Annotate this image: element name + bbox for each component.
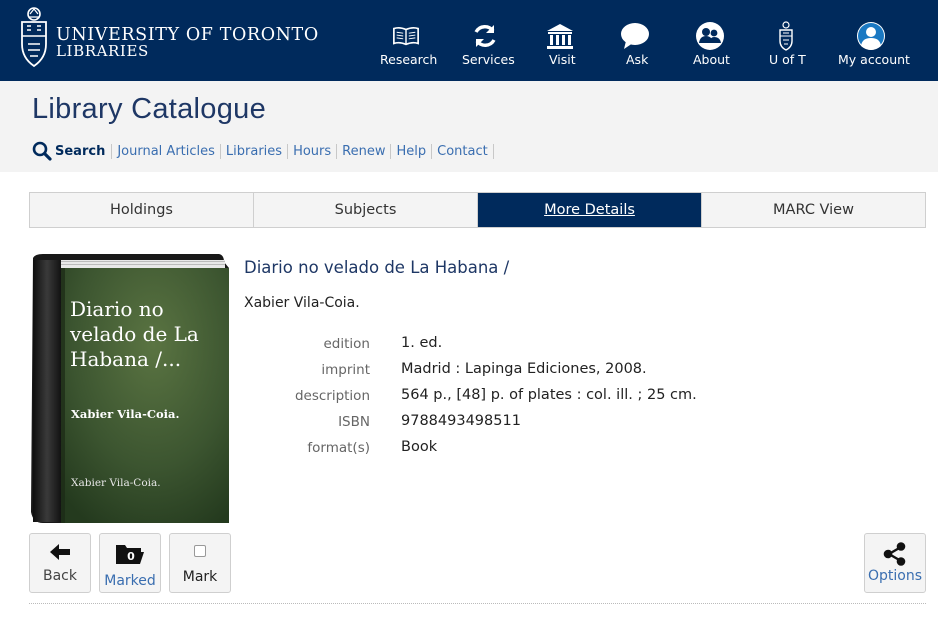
nav-uoft-label: U of T	[769, 52, 806, 67]
crest-icon	[21, 7, 47, 68]
detail-value: 1. ed.	[401, 335, 443, 351]
tab-holdings[interactable]: Holdings	[30, 193, 254, 227]
speech-bubble-icon	[620, 20, 650, 52]
catalogue-subnav: Search Journal Articles Libraries Hours …	[32, 141, 494, 161]
share-icon	[883, 542, 906, 566]
tab-more-details[interactable]: More Details	[478, 193, 702, 227]
record-title: Diario no velado de La Habana /	[244, 258, 510, 277]
top-navigation-bar: UNIVERSITY OF TORONTO LIBRARIES Research…	[0, 0, 938, 81]
marked-count: 0	[127, 550, 135, 563]
nav-services[interactable]: Services	[456, 0, 515, 81]
mark-label: Mark	[182, 569, 218, 585]
detail-label: description	[294, 388, 370, 404]
nav-research-label: Research	[380, 52, 438, 67]
divider	[29, 603, 926, 604]
refresh-icon	[471, 20, 499, 52]
marked-label: Marked	[104, 573, 156, 589]
options-label: Options	[867, 568, 923, 584]
back-label: Back	[43, 568, 77, 584]
arrow-left-icon	[50, 544, 70, 560]
detail-row-edition: edition 1. ed.	[0, 334, 938, 360]
book-icon	[392, 20, 420, 52]
help-link[interactable]: Help	[391, 143, 433, 159]
marked-button[interactable]: 0 Marked	[99, 533, 161, 593]
logo-text-libraries: LIBRARIES	[56, 42, 149, 60]
nav-services-label: Services	[462, 52, 515, 67]
building-icon	[545, 20, 575, 52]
nav-ask-label: Ask	[626, 52, 649, 67]
libraries-link[interactable]: Libraries	[221, 143, 289, 159]
crest-icon	[777, 20, 795, 52]
detail-label: imprint	[321, 362, 370, 378]
detail-row-imprint: imprint Madrid : Lapinga Ediciones, 2008…	[0, 360, 938, 386]
search-icon[interactable]	[32, 141, 52, 161]
detail-label: format(s)	[307, 440, 370, 456]
detail-row-description: description 564 p., [48] p. of plates : …	[0, 386, 938, 412]
nav-visit[interactable]: Visit	[540, 0, 580, 81]
page-title: Library Catalogue	[32, 93, 267, 125]
nav-about-label: About	[693, 52, 730, 67]
journal-articles-link[interactable]: Journal Articles	[112, 143, 221, 159]
detail-row-isbn: ISBN 9788493498511	[0, 412, 938, 438]
search-link[interactable]: Search	[55, 143, 113, 159]
renew-link[interactable]: Renew	[337, 143, 392, 159]
record-author: Xabier Vila-Coia.	[244, 295, 360, 311]
detail-value: 9788493498511	[401, 413, 521, 429]
university-logo[interactable]: UNIVERSITY OF TORONTO LIBRARIES	[18, 6, 318, 72]
nav-visit-label: Visit	[549, 52, 576, 67]
mark-checkbox[interactable]	[194, 545, 206, 557]
nav-about[interactable]: About	[688, 0, 732, 81]
nav-ask[interactable]: Ask	[615, 0, 655, 81]
nav-my-account-label: My account	[838, 52, 910, 67]
cover-author-footer: Xabier Vila-Coia.	[71, 477, 161, 489]
contact-link[interactable]: Contact	[432, 143, 494, 159]
user-icon	[856, 20, 886, 52]
options-button[interactable]: Options	[864, 533, 926, 593]
detail-row-format: format(s) Book	[0, 438, 938, 464]
people-icon	[695, 20, 725, 52]
mark-button[interactable]: Mark	[169, 533, 231, 593]
record-tabs: Holdings Subjects More Details MARC View	[29, 192, 926, 228]
detail-label: ISBN	[338, 414, 370, 430]
nav-research[interactable]: Research	[376, 0, 438, 81]
detail-value: Madrid : Lapinga Ediciones, 2008.	[401, 361, 647, 377]
detail-value: Book	[401, 439, 438, 455]
detail-value: 564 p., [48] p. of plates : col. ill. ; …	[401, 387, 697, 403]
hours-link[interactable]: Hours	[288, 143, 338, 159]
back-button[interactable]: Back	[29, 533, 91, 593]
nav-uoft[interactable]: U of T	[766, 0, 806, 81]
tab-subjects[interactable]: Subjects	[254, 193, 478, 227]
tab-marc-view[interactable]: MARC View	[702, 193, 925, 227]
nav-my-account[interactable]: My account	[836, 0, 910, 81]
detail-label: edition	[323, 336, 371, 352]
